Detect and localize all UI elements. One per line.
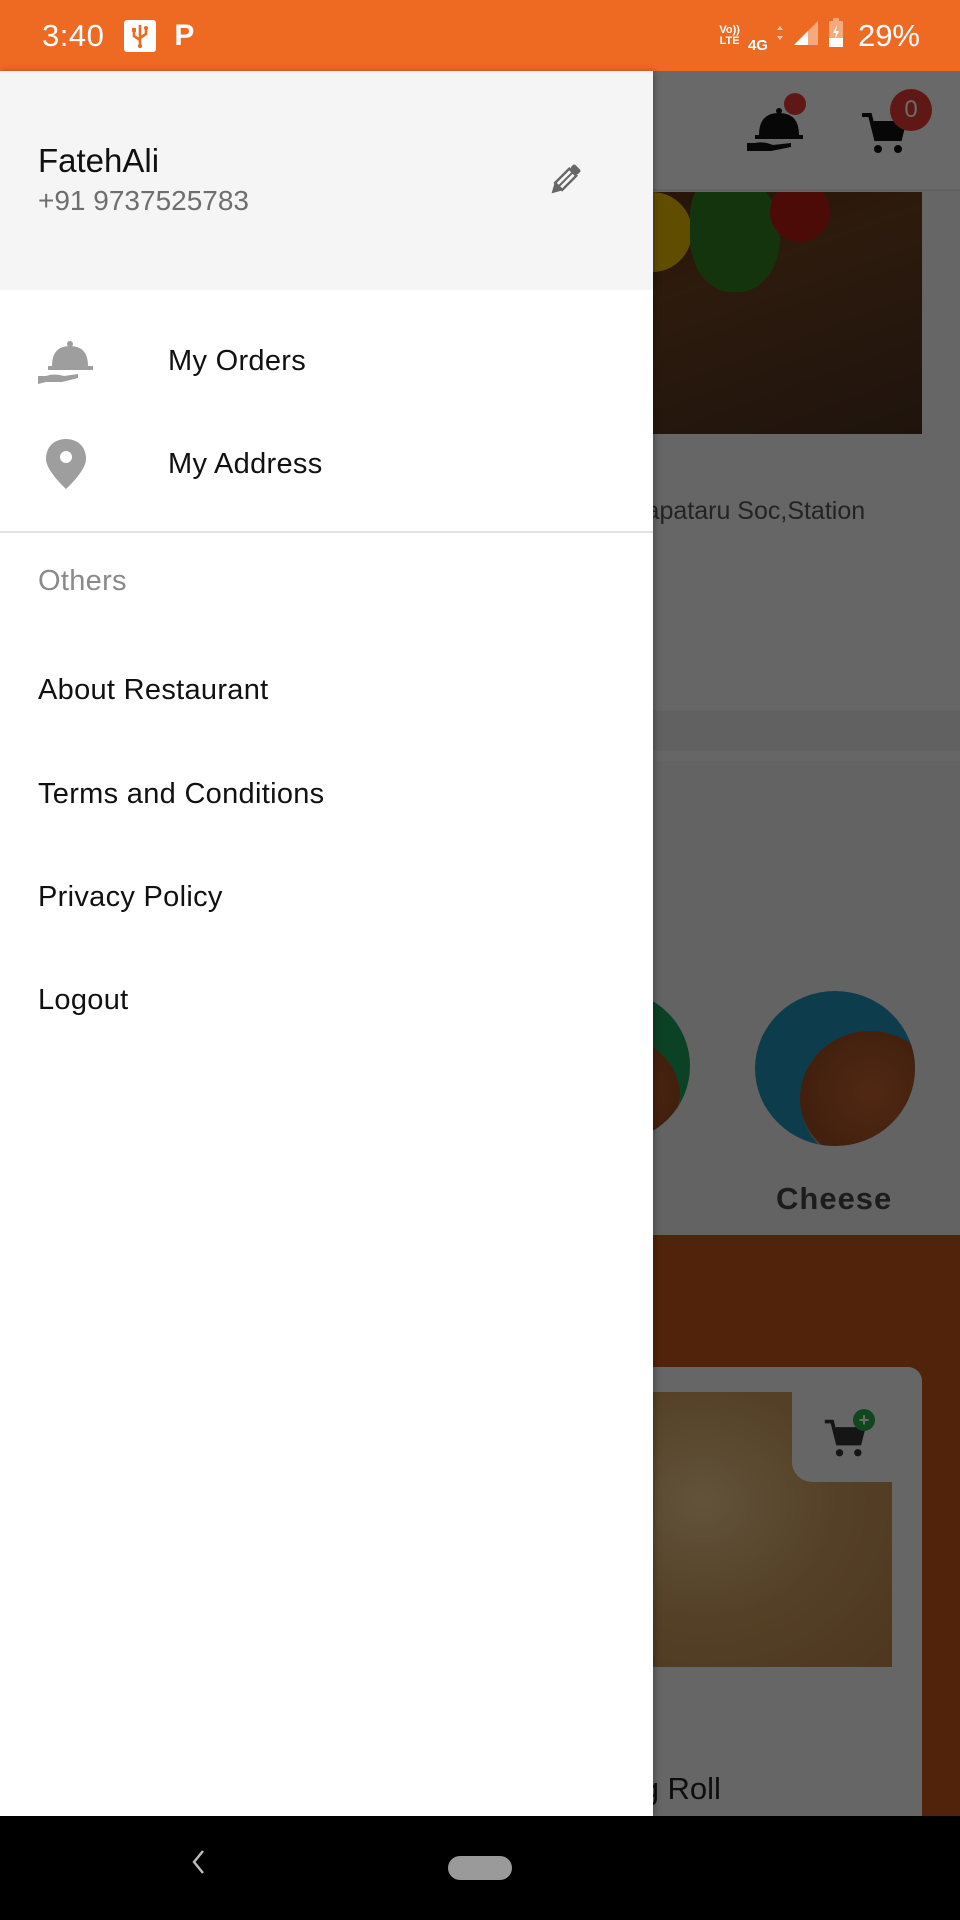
menu-item-about-restaurant[interactable]: About Restaurant [0,645,653,735]
data-arrows-icon [776,25,784,46]
signal-icon [792,19,820,52]
back-button[interactable] [178,1844,218,1884]
menu-item-privacy-policy[interactable]: Privacy Policy [0,852,653,942]
menu-item-label: My Address [168,447,323,480]
menu-item-label: Terms and Conditions [38,777,325,810]
navigation-drawer: FatehAli +91 9737525783 My Orders My Add… [0,71,653,1816]
drawer-divider [0,531,653,533]
status-bar: 3:40 P Vo)) LTE 4G 29% [0,0,960,71]
usb-icon [124,19,157,52]
section-header-others: Others [38,565,127,597]
menu-item-label: Privacy Policy [38,880,223,913]
back-chevron-icon [190,1849,206,1880]
menu-item-label: My Orders [168,344,307,377]
drawer-header: FatehAli +91 9737525783 [0,71,653,290]
status-time: 3:40 [42,17,105,53]
user-name: FatehAli [38,142,160,179]
menu-item-my-address[interactable]: My Address [0,414,653,514]
menu-item-label: Logout [38,983,129,1016]
menu-item-label: About Restaurant [38,673,269,706]
food-tray-icon [34,329,98,393]
menu-item-terms-and-conditions[interactable]: Terms and Conditions [0,749,653,839]
network-type: 4G [747,37,768,54]
menu-item-my-orders[interactable]: My Orders [0,311,653,411]
home-button[interactable] [448,1856,512,1880]
battery-icon [828,18,844,53]
volte-icon: Vo)) LTE [719,23,740,47]
pencil-icon [545,160,585,205]
volte-top: Vo)) [719,23,740,36]
menu-item-logout[interactable]: Logout [0,955,653,1045]
p-notification-icon: P [174,18,195,52]
system-navigation-bar [0,1816,960,1920]
edit-profile-button[interactable] [540,157,590,207]
location-pin-icon [34,432,98,496]
user-phone: +91 9737525783 [38,185,249,216]
battery-percent: 29% [857,17,920,53]
volte-bottom: LTE [719,34,740,47]
